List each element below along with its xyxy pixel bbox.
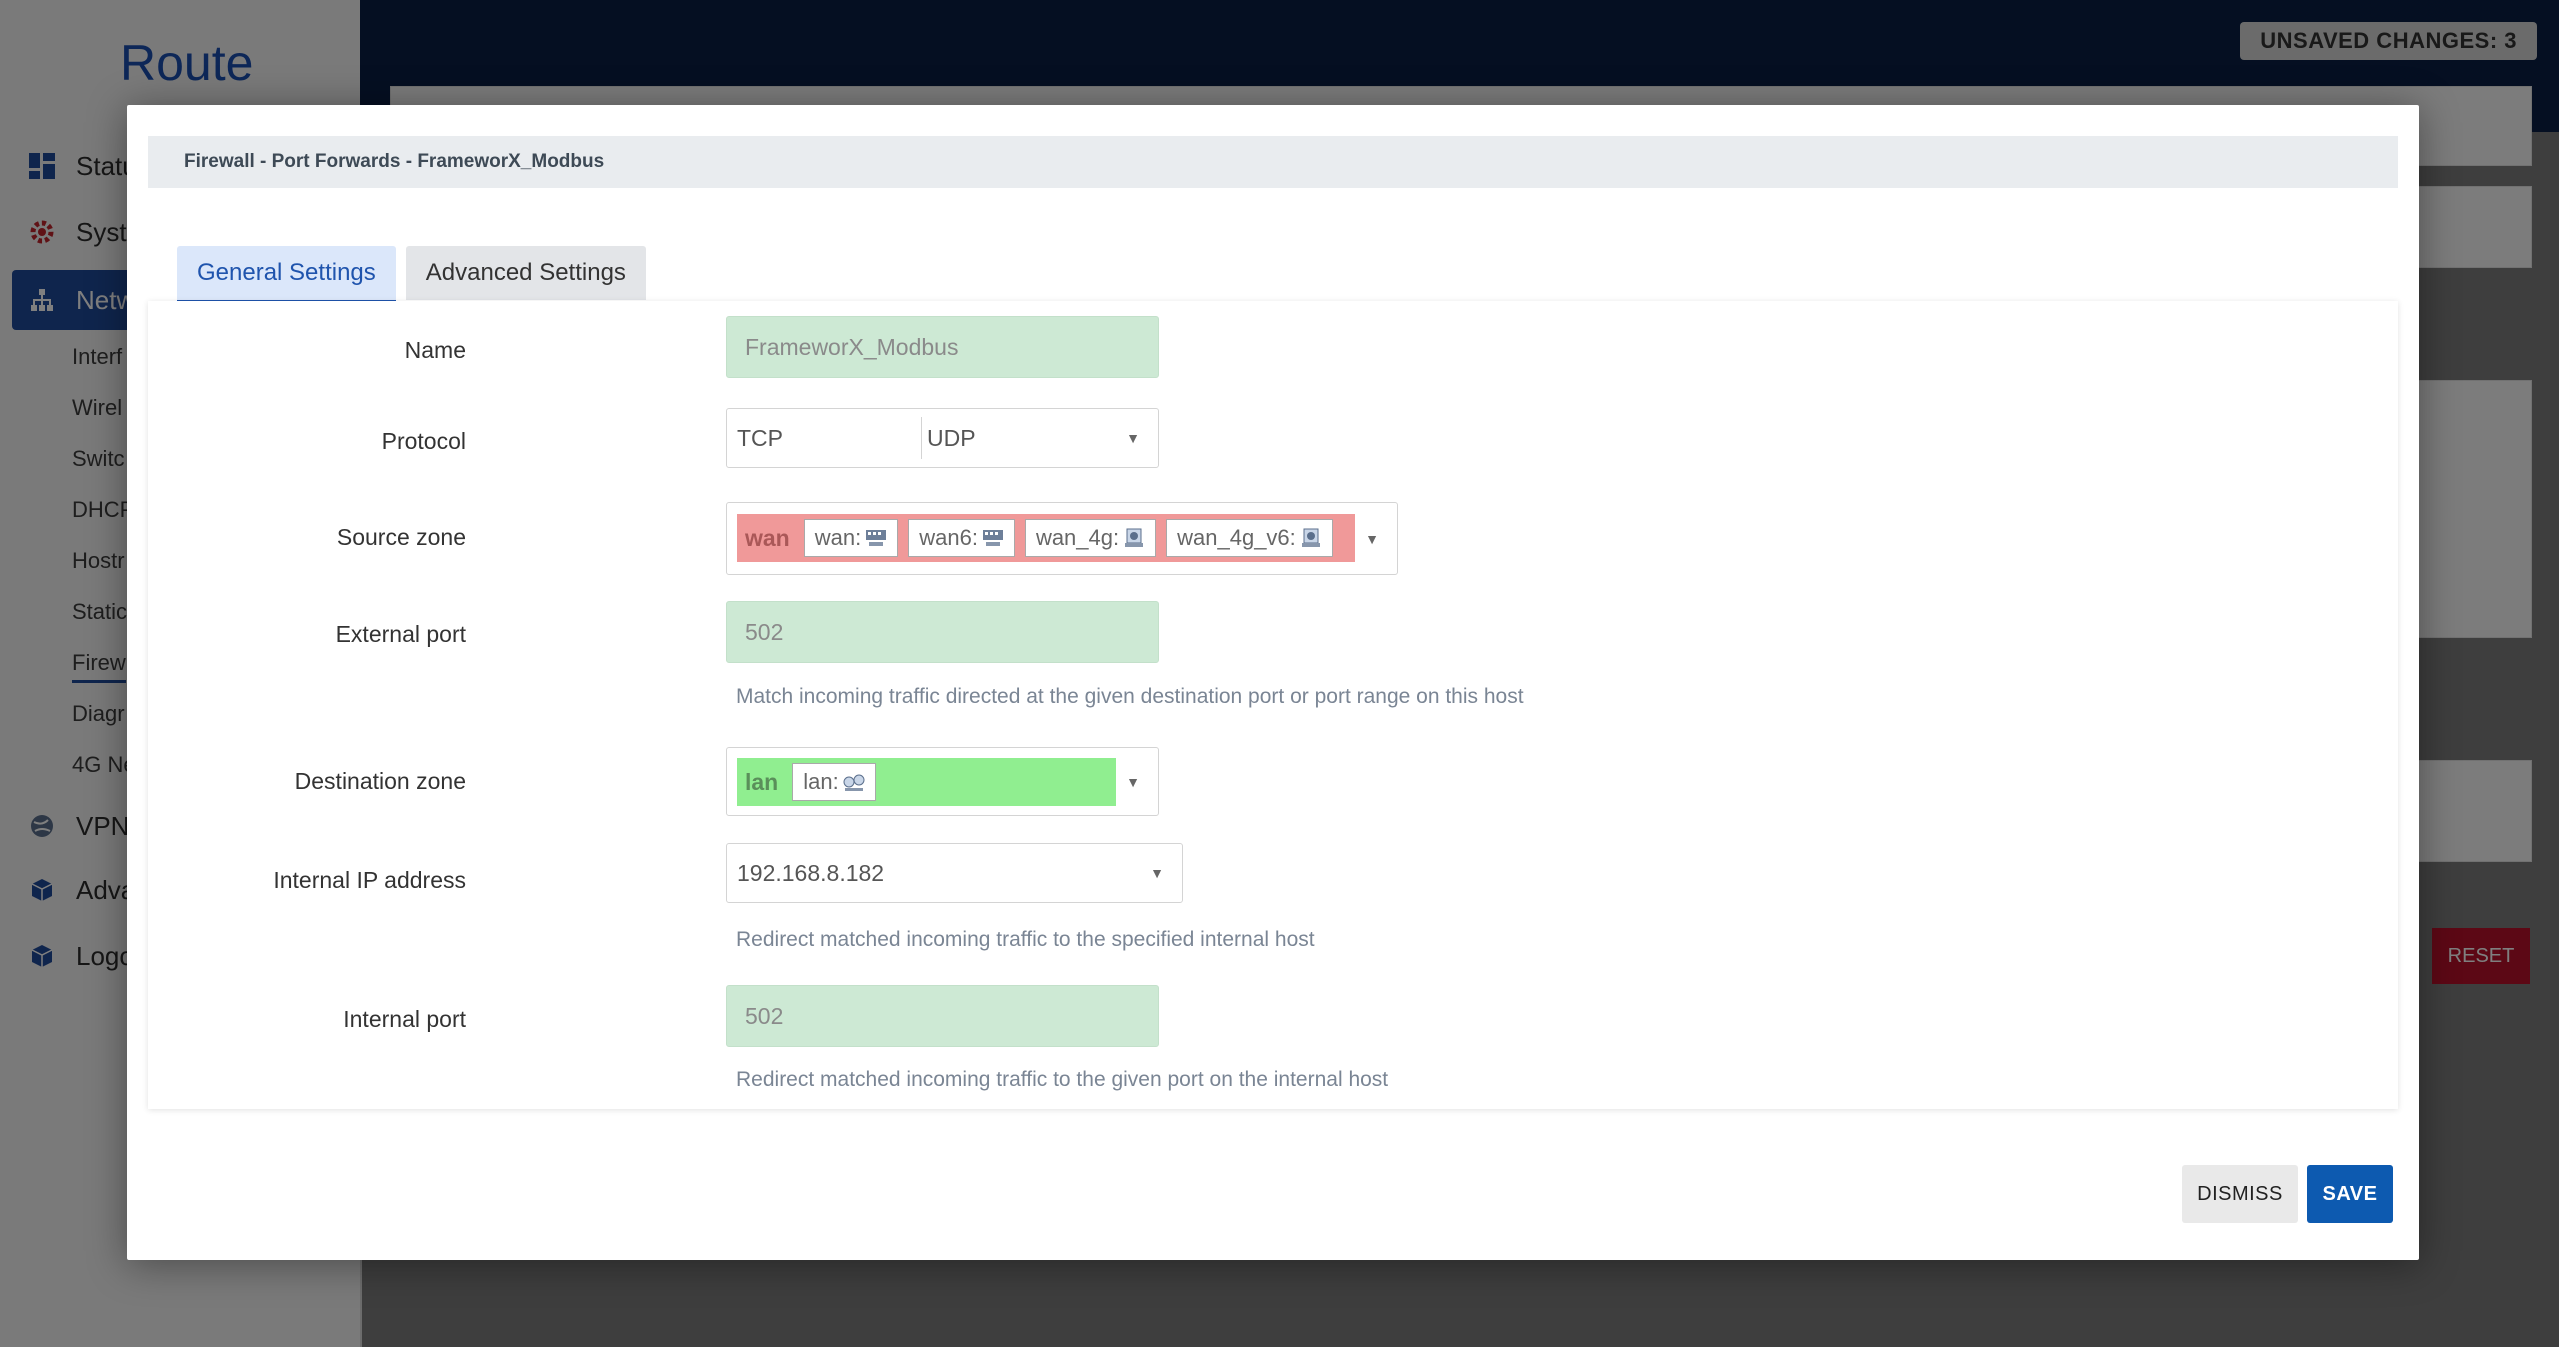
chevron-down-icon: ▼ bbox=[1365, 530, 1379, 547]
internal-ip-select[interactable]: 192.168.8.182 ▼ bbox=[726, 843, 1183, 903]
iface-wan: wan: bbox=[803, 519, 899, 557]
destination-zone-chip: lan lan: bbox=[737, 758, 1116, 806]
internal-port-input[interactable]: 502 bbox=[726, 985, 1159, 1047]
internal-port-label: Internal port bbox=[343, 1006, 466, 1032]
iface-label: wan6: bbox=[919, 525, 978, 550]
external-port-label: External port bbox=[335, 621, 466, 647]
source-zone-select[interactable]: wan wan: wan6: wan_4g: wan_4g_v6: ▼ bbox=[726, 502, 1398, 575]
ethernet-icon bbox=[866, 530, 887, 546]
protocol-divider bbox=[921, 417, 922, 459]
source-zone-chip: wan wan: wan6: wan_4g: wan_4g_v6: bbox=[737, 514, 1355, 562]
external-port-hint: Match incoming traffic directed at the g… bbox=[736, 685, 1524, 708]
ethernet-icon bbox=[982, 530, 1003, 546]
external-port-input[interactable]: 502 bbox=[726, 601, 1159, 663]
source-zone-label: Source zone bbox=[336, 524, 466, 550]
internal-ip-label: Internal IP address bbox=[273, 867, 466, 893]
general-settings-panel: Name FrameworX_Modbus Protocol TCP UDP ▼… bbox=[148, 301, 2398, 1109]
protocol-label: Protocol bbox=[381, 428, 466, 454]
iface-wan-4g: wan_4g: bbox=[1024, 519, 1157, 557]
name-label: Name bbox=[404, 337, 466, 363]
tab-advanced-settings[interactable]: Advanced Settings bbox=[405, 246, 646, 300]
chevron-down-icon: ▼ bbox=[1126, 430, 1140, 446]
iface-wan-4g-v6: wan_4g_v6: bbox=[1166, 519, 1333, 557]
iface-label: wan: bbox=[814, 525, 862, 550]
protocol-value-tcp: TCP bbox=[737, 424, 783, 451]
chevron-down-icon: ▼ bbox=[1126, 773, 1140, 790]
destination-zone-label: Destination zone bbox=[294, 768, 466, 794]
iface-lan: lan: bbox=[792, 763, 876, 801]
dismiss-button[interactable]: DISMISS bbox=[2182, 1165, 2298, 1223]
source-zone-name: wan bbox=[745, 524, 790, 551]
destination-zone-name: lan bbox=[745, 768, 779, 795]
tab-general-settings[interactable]: General Settings bbox=[177, 246, 396, 304]
modal-tabs: General Settings Advanced Settings bbox=[177, 246, 646, 304]
iface-label: wan_4g: bbox=[1035, 525, 1120, 550]
name-input[interactable]: FrameworX_Modbus bbox=[726, 316, 1159, 378]
iface-wan6: wan6: bbox=[908, 519, 1015, 557]
internal-port-hint: Redirect matched incoming traffic to the… bbox=[736, 1068, 1389, 1091]
iface-label: wan_4g_v6: bbox=[1177, 525, 1296, 550]
protocol-value-udp: UDP bbox=[927, 424, 976, 451]
modal-title: Firewall - Port Forwards - FrameworX_Mod… bbox=[148, 136, 2398, 188]
internal-ip-value: 192.168.8.182 bbox=[737, 859, 885, 886]
mobile-network-icon bbox=[1125, 528, 1144, 547]
port-forward-modal: Firewall - Port Forwards - FrameworX_Mod… bbox=[127, 105, 2419, 1260]
destination-zone-select[interactable]: lan lan: ▼ bbox=[726, 747, 1159, 816]
save-button[interactable]: SAVE bbox=[2307, 1165, 2393, 1223]
internal-ip-hint: Redirect matched incoming traffic to the… bbox=[736, 928, 1315, 951]
iface-label: lan: bbox=[803, 769, 839, 794]
bridge-icon bbox=[843, 774, 865, 791]
mobile-network-icon bbox=[1301, 528, 1320, 547]
protocol-select[interactable]: TCP UDP ▼ bbox=[726, 408, 1159, 468]
chevron-down-icon: ▼ bbox=[1150, 865, 1164, 881]
